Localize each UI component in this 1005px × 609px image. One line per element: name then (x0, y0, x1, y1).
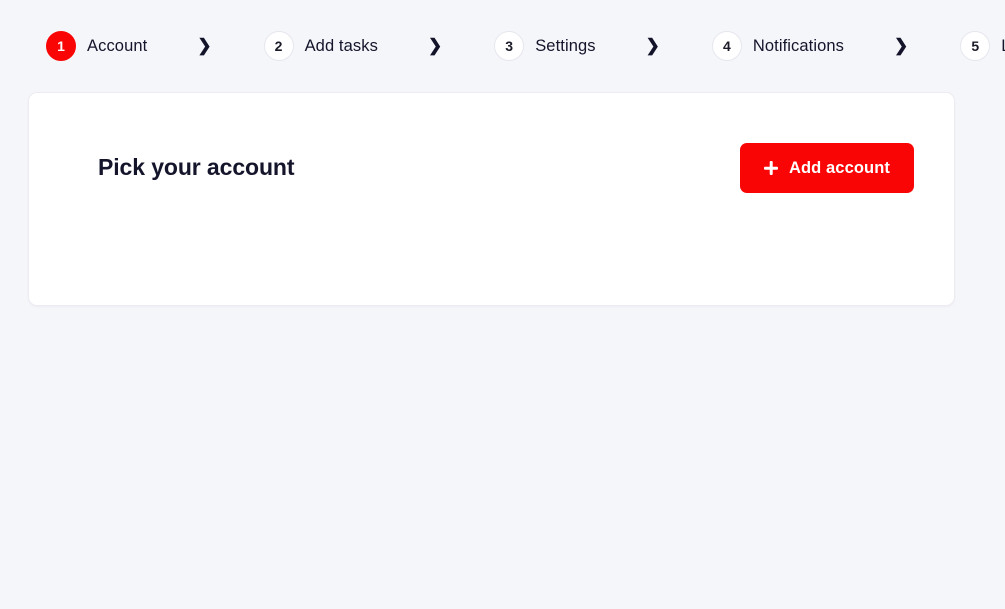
stepper-step-label-notifications: Notifications (752, 36, 845, 55)
plus-icon (764, 161, 778, 175)
onboarding-stepper: 1 Account ❯ 2 Add tasks ❯ 3 Settings ❯ 4… (0, 0, 1005, 92)
account-list-empty-area (29, 193, 954, 253)
chevron-right-icon: ❯ (427, 35, 443, 55)
account-panel-header: Pick your account Add account (29, 93, 954, 193)
stepper-step-label-account: Account (87, 36, 148, 55)
stepper-step-number-1: 1 (46, 31, 76, 61)
chevron-right-icon: ❯ (645, 35, 660, 55)
page-title: Pick your account (98, 154, 295, 181)
stepper-step-notifications[interactable]: 4 Notifications (711, 31, 845, 61)
stepper-step-account[interactable]: 1 Account (46, 31, 147, 61)
stepper-step-settings[interactable]: 3 Settings (494, 31, 596, 61)
chevron-right-icon: ❯ (894, 35, 909, 55)
chevron-right-icon: ❯ (197, 35, 212, 55)
card-container: Pick your account Add account (0, 92, 1005, 306)
stepper-step-number-3: 3 (494, 31, 525, 61)
account-panel: Pick your account Add account (28, 92, 955, 306)
stepper-step-number-5: 5 (960, 31, 991, 61)
stepper-step-number-4: 4 (711, 31, 742, 61)
add-account-button-label: Add account (788, 158, 890, 177)
stepper-step-add-tasks[interactable]: 2 Add tasks (263, 31, 378, 61)
stepper-step-label-launch: Launch (1001, 37, 1005, 56)
stepper-step-label-add-tasks: Add tasks (304, 36, 378, 55)
stepper-step-label-settings: Settings (535, 36, 596, 55)
stepper-step-number-2: 2 (263, 31, 294, 61)
stepper-step-launch[interactable]: 5 Launch (960, 31, 1005, 61)
add-account-button[interactable]: Add account (739, 143, 914, 193)
